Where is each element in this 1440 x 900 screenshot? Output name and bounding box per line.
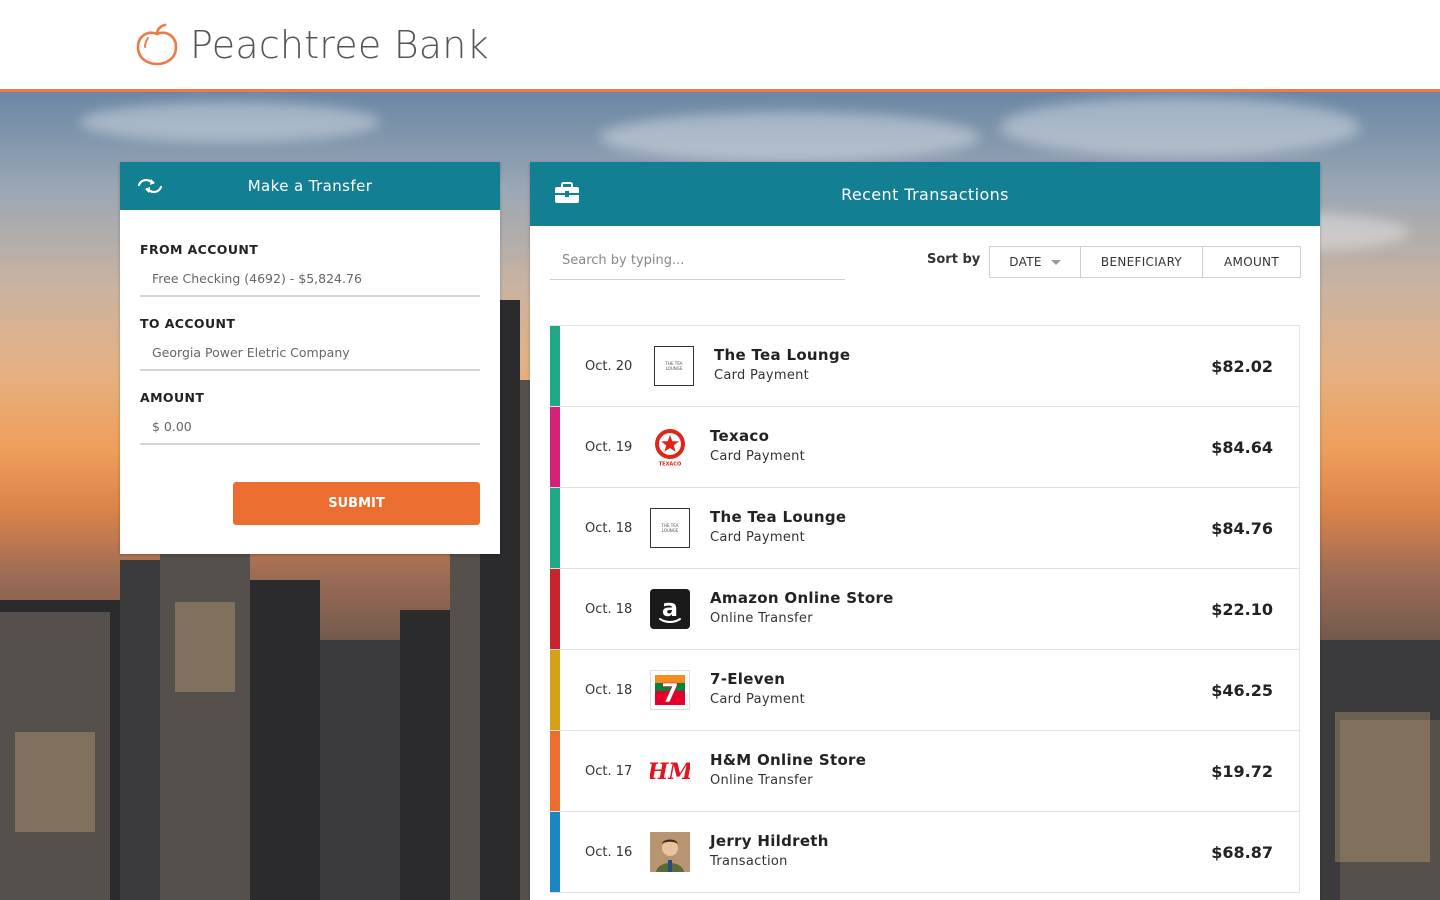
category-stripe (550, 812, 560, 892)
transaction-row[interactable]: Oct. 17 HM H&M Online Store Online Trans… (550, 731, 1300, 812)
peach-icon (136, 23, 178, 66)
from-account-field: FROM ACCOUNT Free Checking (4692) - $5,8… (140, 242, 480, 297)
recent-transactions-panel: Recent Transactions Search by typing... … (530, 162, 1320, 900)
transaction-row[interactable]: Oct. 19 TEXACO Texaco Card Payment $84.6… (550, 407, 1300, 488)
transfer-panel-header: Make a Transfer (120, 162, 500, 210)
briefcase-icon (554, 182, 580, 204)
hm-logo: HM (650, 751, 690, 791)
from-account-input[interactable]: Free Checking (4692) - $5,824.76 (140, 271, 480, 297)
svg-text:HM: HM (650, 759, 690, 785)
transaction-type: Transaction (710, 854, 788, 869)
sort-date-label: DATE (1009, 255, 1042, 269)
category-stripe (550, 650, 560, 730)
chevron-down-icon (1050, 259, 1061, 265)
transaction-amount: $84.76 (1211, 518, 1273, 538)
transaction-type: Card Payment (710, 692, 806, 707)
transaction-date: Oct. 16 (585, 844, 633, 860)
amazon-logo: a (650, 589, 690, 629)
category-stripe (550, 569, 560, 649)
transaction-date: Oct. 18 (585, 601, 633, 617)
transaction-type: Online Transfer (710, 773, 813, 788)
transaction-merchant: Texaco (710, 427, 770, 445)
category-stripe (550, 326, 560, 406)
svg-text:TEXACO: TEXACO (659, 462, 681, 468)
svg-text:7: 7 (661, 679, 679, 709)
sort-date-button[interactable]: DATE (990, 247, 1081, 277)
sort-by-label: Sort by (927, 252, 981, 267)
recent-transactions-header: Recent Transactions (530, 162, 1320, 226)
to-account-field: TO ACCOUNT Georgia Power Eletric Company (140, 316, 480, 371)
sort-button-group: DATE BENEFICIARY AMOUNT (989, 246, 1301, 278)
recent-transactions-title: Recent Transactions (841, 184, 1009, 204)
transaction-amount: $19.72 (1211, 761, 1273, 781)
transaction-amount: $82.02 (1211, 356, 1273, 376)
transaction-amount: $68.87 (1211, 842, 1273, 862)
transaction-row[interactable]: Oct. 20 THE TEA LOUNGE The Tea Lounge Car… (550, 326, 1300, 407)
sort-amount-button[interactable]: AMOUNT (1203, 247, 1300, 277)
svg-text:a: a (662, 594, 678, 622)
texaco-logo: TEXACO (650, 427, 690, 467)
sort-beneficiary-button[interactable]: BENEFICIARY (1081, 247, 1203, 277)
from-account-label: FROM ACCOUNT (140, 242, 259, 257)
transaction-amount: $22.10 (1211, 599, 1273, 619)
transaction-row[interactable]: Oct. 18 a Amazon Online Store Online Tra… (550, 569, 1300, 650)
transaction-merchant: The Tea Lounge (710, 508, 847, 526)
amount-label: AMOUNT (140, 390, 205, 405)
transaction-merchant: Jerry Hildreth (710, 832, 829, 850)
category-stripe (550, 488, 560, 568)
transaction-merchant: 7-Eleven (710, 670, 786, 688)
person-avatar (650, 832, 690, 872)
transaction-type: Card Payment (714, 368, 810, 383)
transaction-row[interactable]: Oct. 16 Jerry Hildreth Transaction $68.8… (550, 812, 1300, 893)
transfer-title: Make a Transfer (247, 177, 373, 195)
transaction-merchant: Amazon Online Store (710, 589, 894, 607)
category-stripe (550, 407, 560, 487)
transaction-merchant: H&M Online Store (710, 751, 867, 769)
submit-button[interactable]: SUBMIT (233, 482, 480, 525)
transfer-arrows-icon (136, 176, 164, 196)
seven-eleven-logo: 7 (650, 670, 690, 710)
transaction-amount: $84.64 (1211, 437, 1273, 457)
transaction-type: Online Transfer (710, 611, 813, 626)
transaction-date: Oct. 18 (585, 520, 633, 536)
transaction-date: Oct. 17 (585, 763, 633, 779)
amount-field: AMOUNT $ 0.00 (140, 390, 480, 445)
transaction-list: Oct. 20 THE TEA LOUNGE The Tea Lounge Car… (550, 325, 1300, 893)
tea-lounge-logo: THE TEA LOUNGE (650, 508, 690, 548)
transaction-amount: $46.25 (1211, 680, 1273, 700)
to-account-label: TO ACCOUNT (140, 316, 236, 331)
amount-input[interactable]: $ 0.00 (140, 419, 480, 445)
site-header: Peachtree Bank (0, 0, 1440, 92)
transaction-date: Oct. 18 (585, 682, 633, 698)
transaction-date: Oct. 20 (585, 358, 633, 374)
brand-logo[interactable]: Peachtree Bank (134, 22, 489, 68)
transaction-type: Card Payment (710, 530, 806, 545)
transaction-row[interactable]: Oct. 18 7 7-Eleven Card Payment $46.25 (550, 650, 1300, 731)
brand-name: Peachtree Bank (190, 23, 489, 67)
transaction-row[interactable]: Oct. 18 THE TEA LOUNGE The Tea Lounge Car… (550, 488, 1300, 569)
transaction-merchant: The Tea Lounge (714, 346, 851, 364)
tea-lounge-logo: THE TEA LOUNGE (654, 346, 694, 386)
category-stripe (550, 731, 560, 811)
search-input[interactable]: Search by typing... (550, 250, 845, 280)
transfer-panel: Make a Transfer FROM ACCOUNT Free Checki… (120, 162, 500, 554)
to-account-input[interactable]: Georgia Power Eletric Company (140, 345, 480, 371)
transaction-type: Card Payment (710, 449, 806, 464)
transaction-date: Oct. 19 (585, 439, 633, 455)
